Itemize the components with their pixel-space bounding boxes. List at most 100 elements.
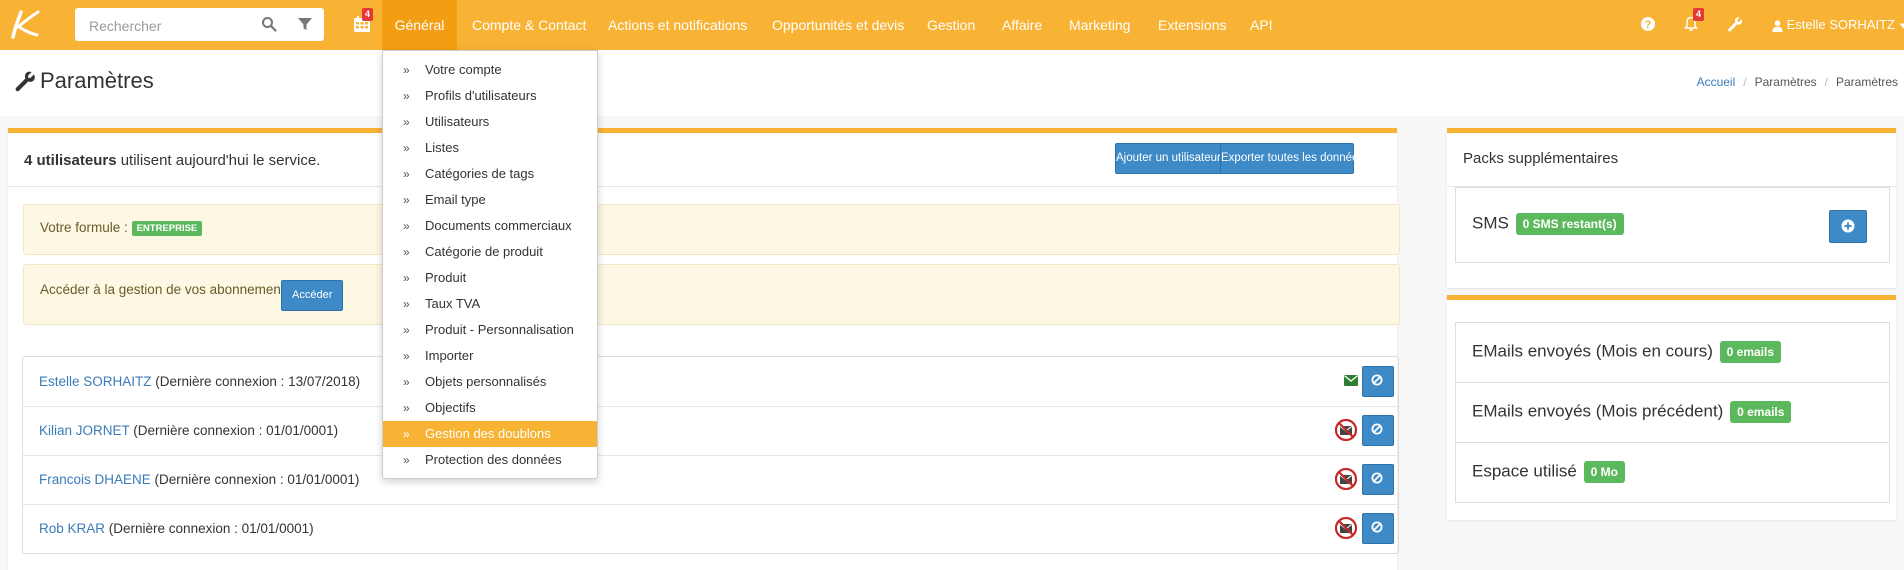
menu-item-utilisateurs[interactable]: » Utilisateurs (383, 109, 597, 135)
deactivate-user-button[interactable] (1362, 415, 1394, 446)
double-chevron-right-icon: » (403, 271, 410, 285)
access-subscription-button[interactable]: Accéder (281, 280, 344, 311)
user-name: Estelle SORHAITZ (1786, 17, 1895, 32)
menu-item-label: Email type (425, 192, 486, 207)
packs-title: Packs supplémentaires (1463, 150, 1619, 167)
deactivate-user-button[interactable] (1362, 513, 1394, 544)
stat-label: Espace utilisé (1472, 461, 1577, 481)
menu-item-label: Utilisateurs (425, 114, 490, 129)
subscription-alert: Accéder à la gestion de vos abonnements … (23, 264, 1400, 325)
double-chevron-right-icon: » (403, 375, 410, 389)
users-list: Estelle SORHAITZ (Dernière connexion : 1… (22, 356, 1399, 554)
user-name-link[interactable]: Francois DHAENE (39, 472, 151, 487)
user-row: Estelle SORHAITZ (Dernière connexion : 1… (23, 357, 1398, 407)
page-header (0, 50, 1904, 116)
menu-item-importer[interactable]: » Importer (383, 343, 597, 369)
mail-blocked-icon (1335, 517, 1357, 539)
menu-item-label: Produit (425, 270, 467, 285)
user-menu[interactable]: Estelle SORHAITZ (1772, 0, 1904, 50)
menu-item-listes[interactable]: » Listes (383, 135, 597, 161)
menu-item-label: Profils d'utilisateurs (425, 88, 537, 103)
export-data-button[interactable]: Exporter toutes les données (1220, 143, 1364, 174)
user-name-link[interactable]: Kilian JORNET (39, 423, 130, 438)
formula-label: Votre formule : (40, 220, 128, 235)
user-row: Kilian JORNET (Dernière connexion : 01/0… (23, 406, 1398, 456)
nav-api[interactable]: API (1250, 0, 1273, 50)
stat-row: EMails envoyés (Mois précédent) 0 emails (1455, 382, 1890, 443)
nav-affaire[interactable]: Affaire (1002, 0, 1042, 50)
deactivate-user-button[interactable] (1362, 366, 1394, 397)
users-panel-header: 4 utilisateurs utilisent aujourd'hui le … (8, 133, 1397, 187)
double-chevron-right-icon: » (403, 453, 410, 467)
menu-item-profils-utilisateurs[interactable]: » Profils d'utilisateurs (383, 83, 597, 109)
formula-badge: ENTREPRISE (131, 220, 203, 236)
users-summary: 4 utilisateurs utilisent aujourd'hui le … (24, 152, 320, 169)
double-chevron-right-icon: » (403, 89, 410, 103)
general-dropdown-menu: » Votre compte » Profils d'utilisateurs » U… (382, 50, 598, 479)
menu-item-objectifs[interactable]: » Objectifs (383, 395, 597, 421)
menu-item-label: Documents commerciaux (425, 218, 572, 233)
svg-text:?: ? (1645, 19, 1652, 31)
stat-badge: 0 emails (1719, 341, 1782, 363)
user-name-link[interactable]: Estelle SORHAITZ (39, 374, 152, 389)
stat-label: EMails envoyés (Mois précédent) (1472, 401, 1724, 421)
plus-circle-icon (1841, 219, 1855, 233)
user-last-login: (Dernière connexion : 01/01/0001) (105, 521, 314, 536)
ban-icon (1371, 374, 1383, 386)
wrench-icon (15, 71, 35, 92)
menu-item-categorie-produit[interactable]: » Catégorie de produit (383, 239, 597, 265)
add-user-button[interactable]: Ajouter un utilisateur (1115, 143, 1221, 174)
menu-item-votre-compte[interactable]: » Votre compte (383, 57, 597, 83)
double-chevron-right-icon: » (403, 297, 410, 311)
nav-marketing[interactable]: Marketing (1069, 0, 1130, 50)
breadcrumb-item[interactable]: Paramètres (1755, 75, 1817, 89)
menu-item-label: Objectifs (425, 400, 476, 415)
double-chevron-right-icon: » (403, 115, 410, 129)
help-icon[interactable]: ? (1640, 16, 1656, 32)
user-last-login: (Dernière connexion : 01/01/0001) (129, 423, 339, 438)
menu-item-email-type[interactable]: » Email type (383, 187, 597, 213)
user-row: Francois DHAENE (Dernière connexion : 01… (23, 455, 1398, 505)
calendar-badge: 4 (362, 8, 374, 21)
nav-opportunites-devis[interactable]: Opportunités et devis (772, 0, 904, 50)
menu-item-label: Gestion des doublons (425, 426, 551, 441)
menu-item-label: Catégorie de produit (425, 244, 543, 259)
add-sms-pack-button[interactable] (1829, 210, 1867, 243)
wrench-icon[interactable] (1727, 16, 1743, 32)
deactivate-user-button[interactable] (1362, 464, 1394, 495)
menu-item-objets-personnalises[interactable]: » Objets personnalisés (383, 369, 597, 395)
packs-panel-header: Packs supplémentaires (1447, 133, 1896, 187)
menu-item-produit-personnalisation[interactable]: » Produit - Personnalisation (383, 317, 597, 343)
stat-label: EMails envoyés (Mois en cours) (1472, 341, 1713, 361)
users-count: 4 utilisateurs (24, 152, 117, 169)
usage-panel: EMails envoyés (Mois en cours) 0 emails … (1447, 295, 1896, 520)
breadcrumb-home[interactable]: Accueil (1697, 75, 1736, 89)
menu-item-protection-donnees[interactable]: » Protection des données (383, 447, 597, 473)
menu-item-produit[interactable]: » Produit (383, 265, 597, 291)
users-summary-text: utilisent aujourd'hui le service. (116, 152, 321, 169)
ban-icon (1371, 472, 1383, 484)
nav-extensions[interactable]: Extensions (1158, 0, 1226, 50)
app-logo[interactable] (0, 0, 50, 50)
nav-general[interactable]: Général (382, 0, 457, 50)
nav-actions-notifications[interactable]: Actions et notifications (608, 0, 747, 50)
breadcrumb: Accueil / Paramètres / Paramètres (1696, 75, 1898, 89)
sms-row: SMS 0 SMS restant(s) (1455, 187, 1890, 263)
search-input[interactable] (87, 15, 256, 37)
sms-badge: 0 SMS restant(s) (1515, 213, 1624, 235)
menu-item-documents-commerciaux[interactable]: » Documents commerciaux (383, 213, 597, 239)
double-chevron-right-icon: » (403, 323, 410, 337)
nav-gestion[interactable]: Gestion (927, 0, 975, 50)
subscription-text: Accéder à la gestion de vos abonnements (40, 282, 292, 297)
menu-item-gestion-doublons[interactable]: » Gestion des doublons (383, 421, 597, 447)
ban-icon (1371, 423, 1383, 435)
stat-badge: 0 emails (1730, 401, 1792, 423)
sms-label: SMS (1472, 213, 1509, 233)
user-name-link[interactable]: Rob KRAR (39, 521, 105, 536)
menu-item-taux-tva[interactable]: » Taux TVA (383, 291, 597, 317)
filter-icon[interactable] (297, 16, 313, 32)
menu-item-categories-tags[interactable]: » Catégories de tags (383, 161, 597, 187)
search-icon[interactable] (261, 16, 277, 32)
menu-item-label: Objets personnalisés (425, 374, 547, 389)
nav-compte-contact[interactable]: Compte & Contact (472, 0, 586, 50)
